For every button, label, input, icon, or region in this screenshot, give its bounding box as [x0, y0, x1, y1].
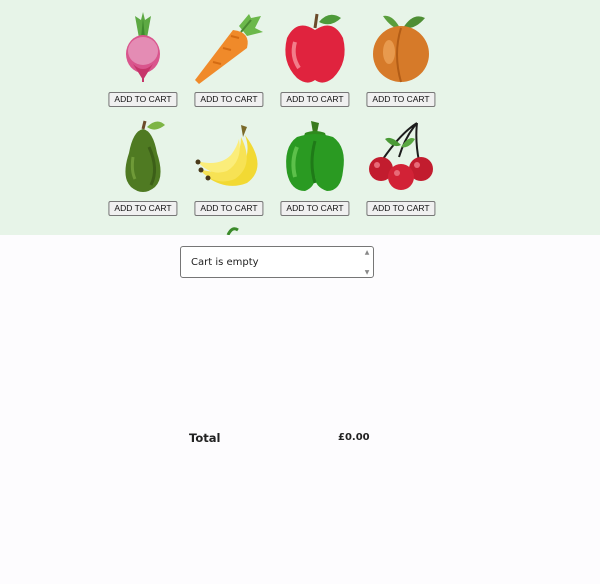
product-card-green-pepper: ADD TO CART	[275, 117, 355, 221]
scroll-up-icon[interactable]: ▲	[363, 249, 371, 256]
total-value: £0.00	[338, 432, 370, 443]
carrot-icon	[195, 14, 263, 84]
green-pepper-icon	[286, 121, 344, 191]
product-card-peach: ADD TO CART	[361, 8, 441, 112]
product-card-apple: ADD TO CART	[275, 8, 355, 112]
apple-icon	[285, 13, 345, 83]
product-card-carrot: ADD TO CART	[189, 8, 269, 112]
product-grid: ADD TO CART ADD TO CART ADD TO CART ADD …	[0, 0, 600, 235]
add-to-cart-button[interactable]: ADD TO CART	[280, 92, 350, 107]
cart-scrollbar[interactable]: ▲ ▼	[363, 249, 371, 276]
peach-icon	[373, 15, 429, 83]
add-to-cart-button[interactable]: ADD TO CART	[280, 201, 350, 216]
product-card-avocado: ADD TO CART	[103, 117, 183, 221]
radish-icon	[126, 12, 160, 82]
scroll-down-icon[interactable]: ▼	[363, 269, 371, 276]
cart-empty-message: Cart is empty	[191, 257, 259, 268]
cart-list[interactable]: Cart is empty ▲ ▼	[180, 246, 374, 278]
add-to-cart-button[interactable]: ADD TO CART	[194, 92, 264, 107]
product-card-banana: ADD TO CART	[189, 117, 269, 221]
avocado-icon	[125, 120, 165, 192]
banana-icon	[195, 125, 258, 186]
add-to-cart-button[interactable]: ADD TO CART	[366, 201, 436, 216]
product-card-radish: ADD TO CART	[103, 8, 183, 112]
add-to-cart-button[interactable]: ADD TO CART	[366, 92, 436, 107]
add-to-cart-button[interactable]: ADD TO CART	[108, 92, 178, 107]
add-to-cart-button[interactable]: ADD TO CART	[108, 201, 178, 216]
partial-product-icon	[226, 227, 239, 235]
add-to-cart-button[interactable]: ADD TO CART	[194, 201, 264, 216]
product-card-cherry: ADD TO CART	[361, 117, 441, 221]
cherry-icon	[369, 122, 433, 190]
total-label: Total	[189, 431, 221, 445]
